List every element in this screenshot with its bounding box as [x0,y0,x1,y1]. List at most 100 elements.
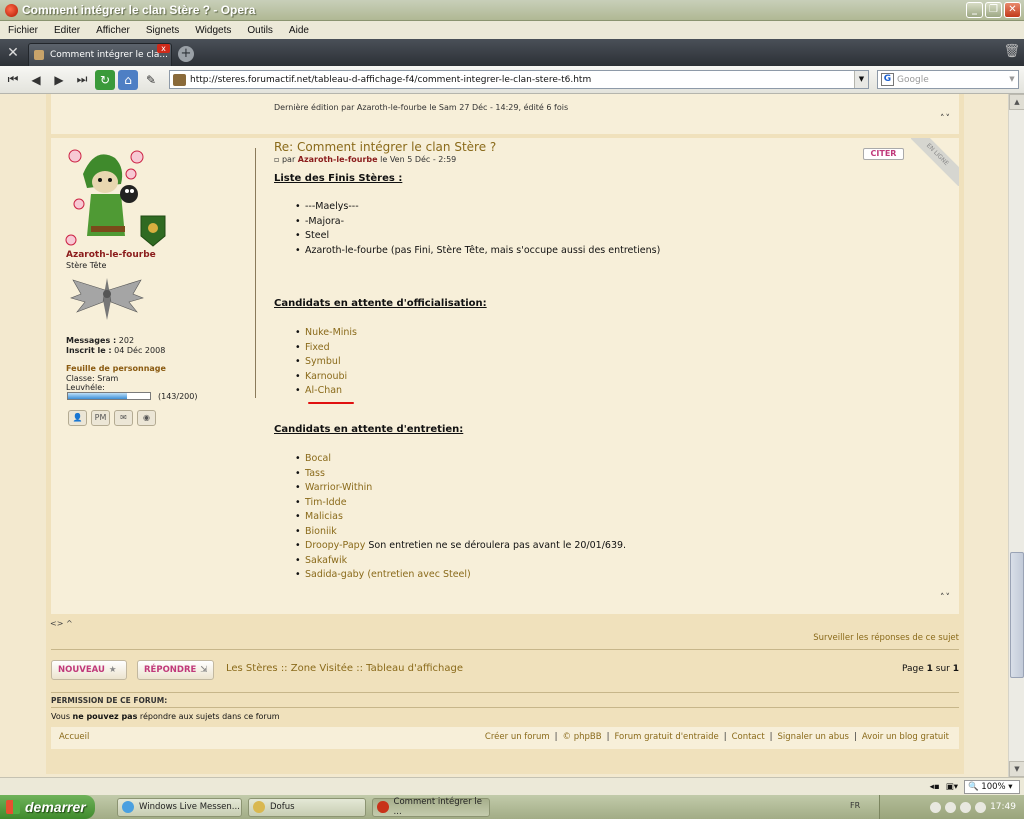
forward-icon[interactable]: ▶ [49,70,69,90]
profile-icon[interactable]: 👤 [68,410,87,426]
window-title: Comment intégrer le clan Stère ? - Opera [22,3,256,17]
home-icon[interactable]: ⌂ [118,69,138,90]
menu-fichier[interactable]: Fichier [0,25,46,36]
new-tab-icon[interactable]: + [178,46,194,62]
trash-icon[interactable]: 🗑 [1003,44,1020,59]
footer-link[interactable]: Contact [732,732,765,742]
close-button[interactable]: ✕ [1004,2,1021,18]
cite-button[interactable]: CITER [863,148,904,160]
list-item[interactable]: Al-Chan [295,384,357,399]
tab-close-icon[interactable]: x [157,44,170,53]
footer-link[interactable]: Créer un forum [485,732,550,742]
list-item[interactable]: Sadida-gaby (entretien avec Steel) [295,568,626,583]
classe-stat: Classe: Sram [66,374,119,383]
vertical-scrollbar[interactable]: ▲ ▼ [1008,94,1024,777]
character-sheet-title: Feuille de personnage [66,364,166,373]
pagination: Page 1 sur 1 [901,664,959,674]
menu-outils[interactable]: Outils [239,25,281,36]
post-title[interactable]: Re: Comment intégrer le clan Stère ? [274,140,496,154]
watch-topic-link[interactable]: Surveiller les réponses de ce sujet [813,633,959,643]
nav-arrows[interactable]: <> ^ [50,619,73,628]
breadcrumb-item[interactable]: Tableau d'affichage [366,663,463,674]
breadcrumb-item[interactable]: Zone Visitée [291,663,353,674]
system-tray: FR 17:49 [850,795,1024,819]
officialisation-list: Nuke-Minis Fixed Symbul Karnoubi Al-Chan [295,326,357,399]
search-placeholder: Google [897,74,929,85]
list-item[interactable]: Tim-Idde [295,496,626,511]
rewind-icon[interactable]: ⏮ [3,70,23,90]
email-icon[interactable]: ✉ [114,410,133,426]
private-message-icon[interactable]: PM [91,410,110,426]
red-underline-mark [308,402,354,404]
list-item[interactable]: Warrior-Within [295,481,626,496]
list-item[interactable]: Nuke-Minis [295,326,357,341]
maximize-button[interactable]: ❐ [985,2,1002,18]
scroll-up-icon[interactable]: ▲ [1009,94,1024,110]
list-item[interactable]: Sakafwik [295,554,626,569]
divider [51,649,959,650]
menu-widgets[interactable]: Widgets [187,25,239,36]
leuvhele-progress [67,392,151,400]
list-item: ---Maelys--- [295,200,660,215]
tray-icon[interactable] [960,801,972,813]
search-dropdown-icon[interactable]: ▼ [1006,71,1018,88]
droopy-link[interactable]: Droopy-Papy [305,540,365,551]
tray-icon[interactable] [930,801,942,813]
camera-icon[interactable]: ▣▾ [946,782,958,792]
footer-home-link[interactable]: Accueil [59,732,89,742]
task-messenger[interactable]: Windows Live Messen... [117,797,242,817]
address-input[interactable]: http://steres.forumactif.net/tableau-d-a… [169,70,869,89]
scroll-arrows[interactable]: ˄˅ [940,114,951,124]
messenger-icon [122,801,134,813]
new-topic-button[interactable]: NOUVEAU ★ [51,660,127,680]
footer-link[interactable]: Forum gratuit d'entraide [614,732,718,742]
tray-icon[interactable] [975,801,987,813]
star-icon: ★ [108,665,117,675]
footer-link[interactable]: © phpBB [563,732,602,742]
minimize-button[interactable]: _ [966,2,983,18]
address-dropdown-icon[interactable]: ▼ [854,71,868,88]
reply-button[interactable]: RÉPONDRE ⇲ [137,660,214,680]
back-icon[interactable]: ◀ [26,70,46,90]
post-meta: ▫ par Azaroth-le-fourbe le Ven 5 Déc - 2… [274,155,457,164]
list-item[interactable]: Bioniik [295,525,626,540]
windows-logo-icon [6,800,20,814]
zoom-select[interactable]: 🔍 100% ▾ [964,780,1020,794]
scroll-down-icon[interactable]: ▼ [1009,761,1024,777]
list-item[interactable]: Symbul [295,355,357,370]
language-indicator[interactable]: FR [850,801,860,810]
author-name[interactable]: Azaroth-le-fourbe [66,250,156,260]
reload-icon[interactable]: ↻ [95,69,115,90]
post-scroll-arrows[interactable]: ˄˅ [940,593,951,603]
list-item[interactable]: Tass [295,467,626,482]
fast-forward-icon[interactable]: ⏭ [72,70,92,90]
menu-signets[interactable]: Signets [138,25,187,36]
breadcrumb: Les Stères :: Zone Visitée :: Tableau d'… [226,663,464,674]
menu-aide[interactable]: Aide [281,25,317,36]
entretien-heading: Candidats en attente d'entretien: [274,424,464,435]
scroll-thumb[interactable] [1010,552,1024,678]
list-item[interactable]: Malicias [295,510,626,525]
tray-icon[interactable] [945,801,957,813]
start-button[interactable]: demarrer [0,795,95,819]
footer-link[interactable]: Avoir un blog gratuit [862,732,949,742]
footer-link[interactable]: Signaler un abus [778,732,849,742]
search-input[interactable]: G Google ▼ [877,70,1019,89]
task-opera[interactable]: Comment intégrer le ... [372,797,490,817]
speaker-icon[interactable]: ◂▪ [930,782,940,792]
menu-afficher[interactable]: Afficher [88,25,138,36]
task-dofus[interactable]: Dofus [248,797,366,817]
page-viewport: Dernière édition par Azaroth-le-fourbe l… [0,94,1008,777]
list-item[interactable]: Fixed [295,341,357,356]
tab-active[interactable]: Comment intégrer le cla... x [28,43,172,66]
list-item[interactable]: Bocal [295,452,626,467]
breadcrumb-item[interactable]: Les Stères [226,663,278,674]
entretien-list: Bocal Tass Warrior-Within Tim-Idde Malic… [295,452,626,583]
list-item[interactable]: Karnoubi [295,370,357,385]
edit-icon[interactable]: ✎ [141,70,161,90]
post-author-link[interactable]: Azaroth-le-fourbe [298,155,378,164]
leuvhele-value: (143/200) [158,392,198,401]
website-icon[interactable]: ◉ [137,410,156,426]
menu-editer[interactable]: Editer [46,25,88,36]
tools-icon[interactable]: ✕ [0,39,26,66]
